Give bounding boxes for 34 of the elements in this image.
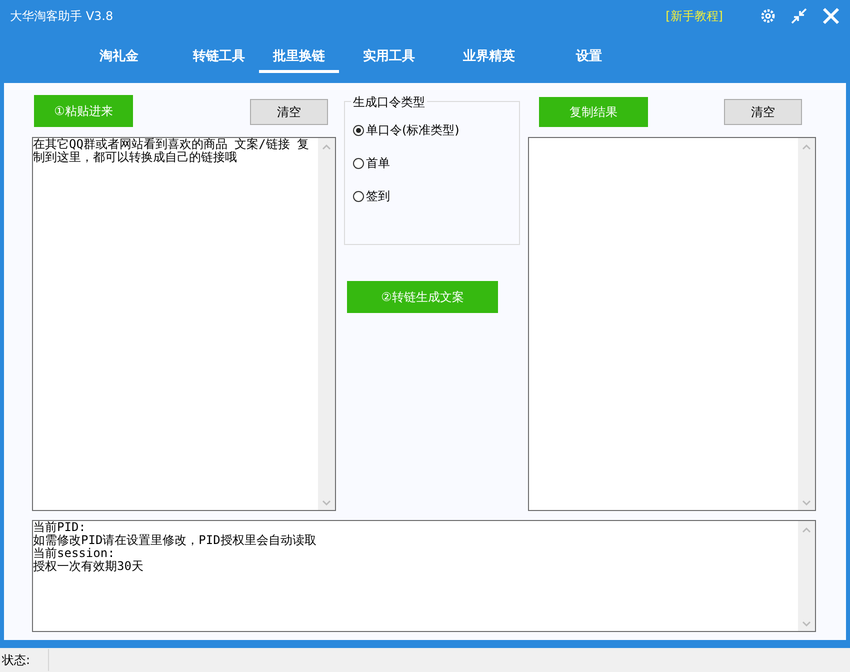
window-title: 大华淘客助手 V3.8 <box>10 8 114 24</box>
scroll-up-icon[interactable] <box>322 144 331 150</box>
clear-button[interactable]: 清空 <box>250 99 328 125</box>
radio-label[interactable]: 单口令(标准类型) <box>366 122 460 138</box>
close-icon[interactable] <box>822 7 840 25</box>
tab[interactable]: 业界精英 <box>439 45 539 73</box>
scroll-down-icon[interactable] <box>802 621 811 627</box>
scroll-down-icon[interactable] <box>802 500 811 506</box>
copy-button[interactable]: 复制结果 <box>539 97 648 127</box>
tutorial-link[interactable]: [新手教程] <box>666 8 723 24</box>
clear-button[interactable]: 清空 <box>724 99 802 125</box>
settings-icon[interactable] <box>760 8 776 24</box>
convert-button[interactable]: ②转链生成文案 <box>347 281 498 313</box>
group-title: 生成口令类型 <box>351 94 427 111</box>
text-area[interactable] <box>528 137 816 511</box>
radio-button[interactable] <box>353 190 364 202</box>
text-content: 在其它QQ群或者网站看到喜欢的商品 文案/链接 复制到这里，都可以转换成自己的链接哦 <box>33 138 310 164</box>
paste-button[interactable]: ①粘贴进来 <box>34 95 133 127</box>
text-area[interactable]: 在其它QQ群或者网站看到喜欢的商品 文案/链接 复制到这里，都可以转换成自己的链接哦 <box>32 137 336 511</box>
radio-button[interactable] <box>353 124 364 136</box>
radio-button[interactable] <box>353 158 364 168</box>
scroll-down-icon[interactable] <box>322 500 331 506</box>
log-text: 当前PID: 如需修改PID请在设置里修改，PID授权里会自动读取 当前session: 授权一次有效期30天 <box>33 521 316 573</box>
radio-label[interactable]: 首单 <box>366 154 390 172</box>
scroll-up-icon[interactable] <box>802 144 811 150</box>
log-area[interactable]: 当前PID: 如需修改PID请在设置里修改，PID授权里会自动读取 当前session: 授权一次有效期30天 <box>32 520 816 632</box>
minimize-icon[interactable] <box>791 8 807 24</box>
tab[interactable]: 批里换链 <box>259 45 339 73</box>
scroll-up-icon[interactable] <box>802 527 811 533</box>
tab[interactable]: 实用工具 <box>339 45 439 73</box>
radio-label[interactable]: 签到 <box>366 188 390 204</box>
status-label: 状态: <box>1 652 32 668</box>
tab[interactable]: 设置 <box>539 45 639 73</box>
tab[interactable]: 淘礼金 <box>69 45 169 73</box>
